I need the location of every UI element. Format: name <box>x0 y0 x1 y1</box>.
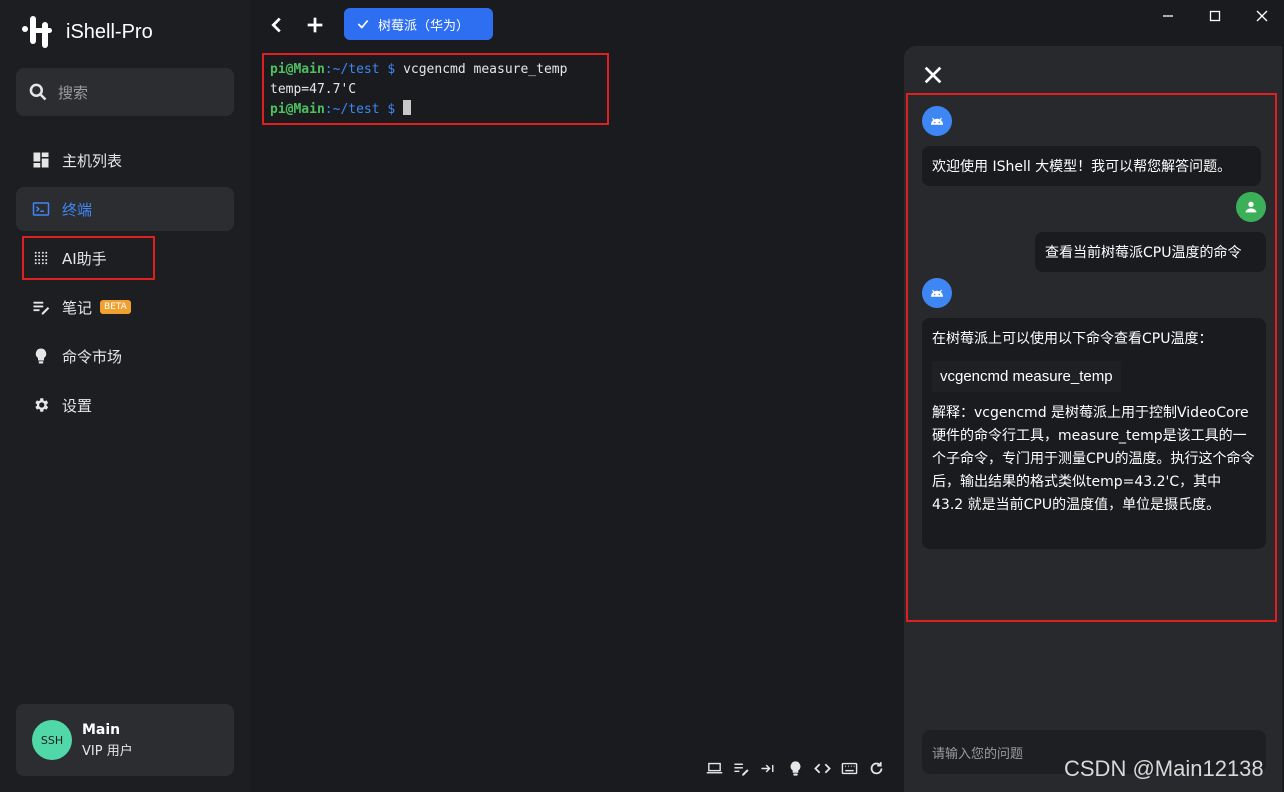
nav-label-terminal: 终端 <box>62 200 93 219</box>
nav-item-market[interactable]: 命令市场 <box>16 334 234 378</box>
avatar: SSH <box>32 720 72 760</box>
code-icon[interactable] <box>814 760 831 777</box>
beta-badge: BETA <box>100 300 131 314</box>
back-icon[interactable] <box>266 14 288 36</box>
maximize-icon[interactable] <box>1207 8 1223 24</box>
check-icon <box>357 19 369 29</box>
highlight-box-chat <box>906 93 1277 622</box>
dashboard-icon <box>33 152 49 168</box>
keyboard-icon[interactable] <box>841 760 858 777</box>
add-tab-icon[interactable] <box>304 14 326 36</box>
logo-icon <box>22 16 56 48</box>
profile-role: VIP 用户 <box>82 743 133 759</box>
nav-item-terminal[interactable]: 终端 <box>16 187 234 231</box>
profile-name: Main <box>82 721 121 738</box>
nav-item-notes[interactable]: 笔记 BETA <box>16 285 234 329</box>
input-placeholder: 请输入您的问题 <box>932 746 1024 762</box>
sidebar: iShell-Pro 搜索 主机列表 终端 AI助手 笔记 BETA 命令市场 … <box>0 0 250 792</box>
nav-label-hosts: 主机列表 <box>62 151 123 170</box>
watermark: CSDN @Main12138 <box>1064 756 1264 781</box>
search-placeholder: 搜索 <box>58 83 89 102</box>
minimize-icon[interactable] <box>1160 8 1176 24</box>
nav-item-hosts[interactable]: 主机列表 <box>16 138 234 182</box>
search-icon <box>29 83 47 101</box>
window-close-icon[interactable] <box>1254 8 1270 24</box>
terminal-toolbar <box>706 760 885 777</box>
highlight-box-ai <box>22 236 155 280</box>
gear-icon <box>35 398 49 412</box>
refresh-icon[interactable] <box>868 760 885 777</box>
app-name: iShell-Pro <box>66 20 153 43</box>
nav-label-notes: 笔记 <box>62 298 93 317</box>
tab-label: 树莓派（华为） <box>378 18 470 34</box>
highlight-box-terminal <box>262 53 609 125</box>
nav-label-settings: 设置 <box>62 396 93 415</box>
laptop-icon[interactable] <box>706 760 723 777</box>
search-input[interactable]: 搜索 <box>16 68 234 116</box>
notes-icon[interactable] <box>733 760 750 777</box>
lightbulb-icon <box>35 348 47 364</box>
nav-item-settings[interactable]: 设置 <box>16 383 234 427</box>
tab-session[interactable]: 树莓派（华为） <box>344 8 493 40</box>
nav-label-market: 命令市场 <box>62 347 123 366</box>
terminal-icon <box>32 202 50 216</box>
user-profile[interactable]: SSH Main VIP 用户 <box>16 704 234 776</box>
lightbulb-icon[interactable] <box>787 760 804 777</box>
close-icon[interactable] <box>922 64 944 86</box>
app-logo: iShell-Pro <box>22 16 153 48</box>
notes-icon <box>33 301 50 315</box>
compare-icon[interactable] <box>760 760 777 777</box>
